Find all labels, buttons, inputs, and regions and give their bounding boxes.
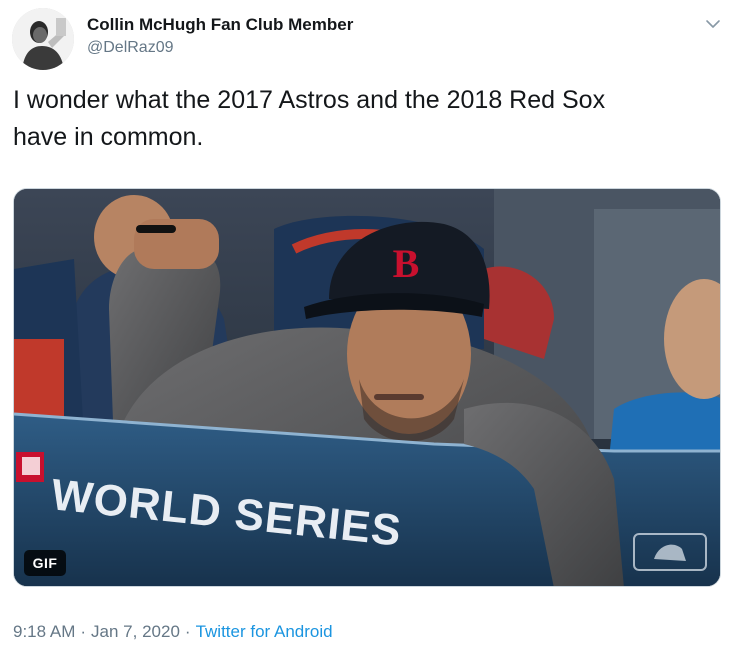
tweet-date[interactable]: Jan 7, 2020 (91, 622, 180, 641)
user-handle[interactable]: @DelRaz09 (87, 38, 353, 58)
cap-logo-text: B (393, 241, 420, 286)
tweet-time[interactable]: 9:18 AM (13, 622, 75, 641)
meta-separator-2: · (184, 622, 191, 641)
tweet-text: I wonder what the 2017 Astros and the 20… (13, 86, 606, 151)
gif-badge: GIF (24, 550, 66, 576)
gif-frame: B WORLD SERIES (14, 189, 720, 586)
chevron-down-icon (706, 20, 720, 28)
tweet-menu-button[interactable] (701, 12, 725, 36)
tweet-source-link[interactable]: Twitter for Android (196, 622, 333, 641)
meta-separator: · (80, 622, 87, 641)
author-block[interactable]: Collin McHugh Fan Club Member @DelRaz09 (87, 14, 353, 58)
gif-media[interactable]: B WORLD SERIES GIF (13, 188, 721, 587)
tweet-card: Collin McHugh Fan Club Member @DelRaz09 … (0, 0, 735, 651)
tweet-meta: 9:18 AM · Jan 7, 2020 · Twitter for Android (13, 620, 333, 644)
avatar-photo-icon (12, 8, 74, 70)
avatar[interactable] (12, 8, 74, 70)
display-name[interactable]: Collin McHugh Fan Club Member (87, 14, 353, 36)
